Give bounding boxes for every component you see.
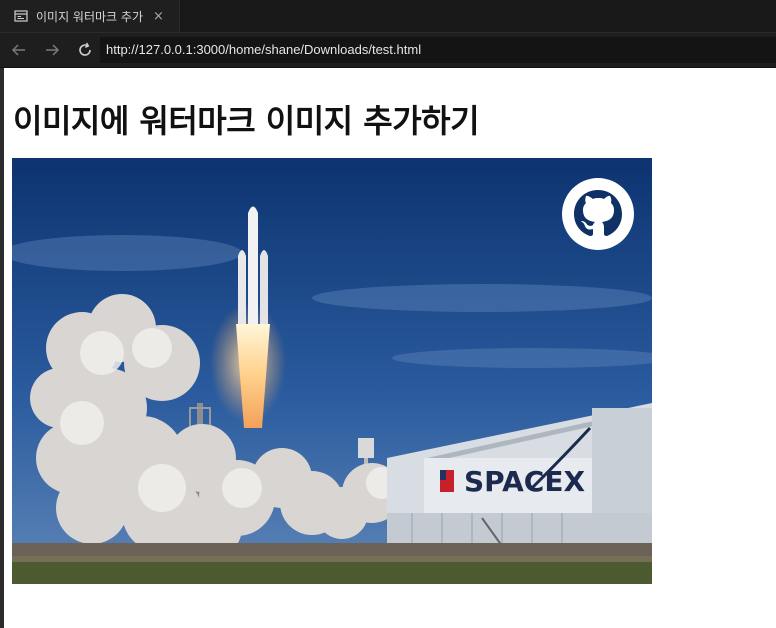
tab-title: 이미지 워터마크 추가	[36, 9, 143, 24]
page-icon	[14, 10, 28, 22]
close-tab-icon[interactable]: ×	[153, 10, 164, 23]
spacex-sign: SPACEX	[464, 465, 585, 498]
tab-bar: 이미지 워터마크 추가 ×	[0, 0, 776, 33]
svg-text:SPACEX: SPACEX	[464, 465, 585, 498]
browser-tab[interactable]: 이미지 워터마크 추가 ×	[0, 0, 180, 32]
page-heading: 이미지에 워터마크 이미지 추가하기	[13, 102, 480, 140]
reload-icon[interactable]	[76, 41, 94, 59]
back-arrow-icon[interactable]	[10, 41, 28, 59]
page-content: 이미지에 워터마크 이미지 추가하기 SPACEX	[4, 68, 776, 628]
forward-arrow-icon[interactable]	[43, 41, 61, 59]
github-icon	[562, 178, 634, 250]
rocket-launch-image: SPACEX	[12, 158, 652, 584]
browser-toolbar: http://127.0.0.1:3000/home/shane/Downloa…	[0, 33, 776, 68]
address-bar[interactable]: http://127.0.0.1:3000/home/shane/Downloa…	[100, 37, 776, 63]
